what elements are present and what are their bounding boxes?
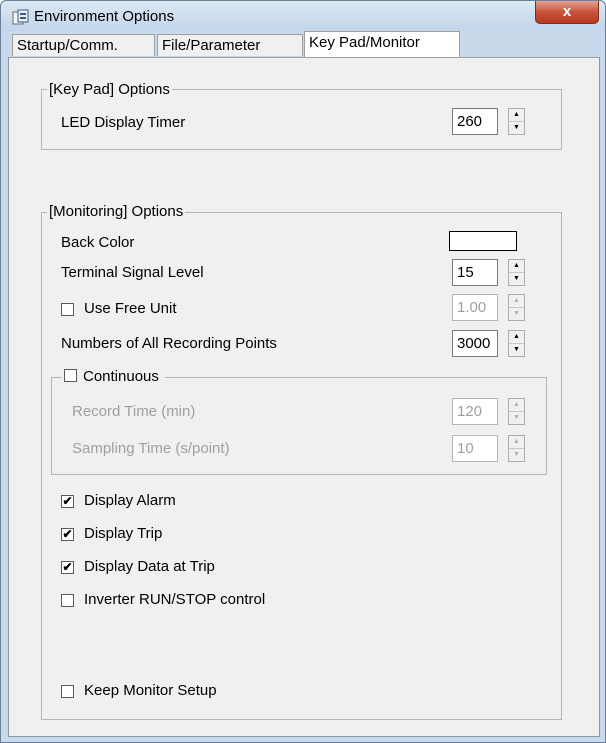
title-bar[interactable]: Environment Options x bbox=[1, 1, 605, 31]
app-icon bbox=[12, 9, 29, 25]
display-alarm-checkbox[interactable]: ✔ bbox=[61, 495, 74, 508]
terminal-signal-level-input[interactable]: 15 bbox=[452, 259, 498, 286]
recording-points-input[interactable]: 3000 bbox=[452, 330, 498, 357]
use-free-unit-label: Use Free Unit bbox=[84, 300, 177, 317]
spin-up-icon[interactable]: ▲ bbox=[509, 109, 524, 122]
close-button[interactable]: x bbox=[535, 1, 599, 24]
recording-points-label: Numbers of All Recording Points bbox=[61, 335, 277, 352]
sampling-time-spinner: ▲ ▼ bbox=[508, 435, 525, 462]
led-display-timer-input[interactable]: 260 bbox=[452, 108, 498, 135]
back-color-swatch[interactable] bbox=[449, 231, 517, 251]
tab-file-parameter[interactable]: File/Parameter bbox=[157, 34, 303, 56]
spin-up-icon: ▲ bbox=[509, 295, 524, 308]
spin-up-icon: ▲ bbox=[509, 436, 524, 449]
keep-monitor-setup-label: Keep Monitor Setup bbox=[84, 682, 217, 699]
continuous-legend: Continuous bbox=[62, 369, 165, 385]
display-data-at-trip-label: Display Data at Trip bbox=[84, 558, 215, 575]
spin-down-icon[interactable]: ▼ bbox=[509, 273, 524, 285]
spin-up-icon[interactable]: ▲ bbox=[509, 260, 524, 273]
monitoring-options-legend: [Monitoring] Options bbox=[47, 203, 186, 220]
spin-down-icon: ▼ bbox=[513, 310, 520, 317]
record-time-input: 120 bbox=[452, 398, 498, 425]
free-unit-spinner: ▲ ▼ bbox=[508, 294, 525, 321]
tab-panel: [Key Pad] Options LED Display Timer 260 … bbox=[8, 57, 600, 737]
spin-up-icon: ▲ bbox=[509, 399, 524, 412]
check-mark-icon: ✔ bbox=[62, 560, 73, 574]
display-data-at-trip-checkbox[interactable]: ✔ bbox=[61, 561, 74, 574]
record-time-label: Record Time (min) bbox=[72, 403, 196, 420]
spin-up-icon[interactable]: ▲ bbox=[509, 331, 524, 344]
tab-startup-comm[interactable]: Startup/Comm. bbox=[12, 34, 155, 56]
continuous-checkbox[interactable] bbox=[64, 369, 77, 382]
spin-down-icon: ▼ bbox=[513, 451, 520, 458]
display-trip-checkbox[interactable]: ✔ bbox=[61, 528, 74, 541]
led-display-timer-spinner[interactable]: ▲ ▼ bbox=[508, 108, 525, 135]
inverter-run-stop-label: Inverter RUN/STOP control bbox=[84, 591, 266, 608]
close-icon: x bbox=[562, 3, 572, 20]
spin-down-icon[interactable]: ▼ bbox=[509, 122, 524, 134]
check-mark-icon: ✔ bbox=[62, 527, 73, 541]
spin-down-icon: ▼ bbox=[513, 414, 520, 421]
led-display-timer-label: LED Display Timer bbox=[61, 114, 186, 131]
sampling-time-input: 10 bbox=[452, 435, 498, 462]
display-trip-label: Display Trip bbox=[84, 525, 163, 542]
environment-options-window: Environment Options x Startup/Comm. File… bbox=[0, 0, 606, 743]
use-free-unit-checkbox[interactable] bbox=[61, 303, 74, 316]
tab-keypad-monitor[interactable]: Key Pad/Monitor bbox=[304, 31, 460, 57]
check-mark-icon: ✔ bbox=[62, 494, 73, 508]
terminal-signal-level-label: Terminal Signal Level bbox=[61, 264, 204, 281]
free-unit-input: 1.00 bbox=[452, 294, 498, 321]
keypad-options-legend: [Key Pad] Options bbox=[47, 81, 172, 98]
back-color-label: Back Color bbox=[61, 234, 135, 251]
spin-down-icon[interactable]: ▼ bbox=[509, 344, 524, 356]
recording-points-spinner[interactable]: ▲ ▼ bbox=[508, 330, 525, 357]
sampling-time-label: Sampling Time (s/point) bbox=[72, 440, 230, 457]
keep-monitor-setup-checkbox[interactable] bbox=[61, 685, 74, 698]
display-alarm-label: Display Alarm bbox=[84, 492, 176, 509]
window-title: Environment Options bbox=[34, 8, 175, 25]
inverter-run-stop-checkbox[interactable] bbox=[61, 594, 74, 607]
terminal-signal-level-spinner[interactable]: ▲ ▼ bbox=[508, 259, 525, 286]
record-time-spinner: ▲ ▼ bbox=[508, 398, 525, 425]
